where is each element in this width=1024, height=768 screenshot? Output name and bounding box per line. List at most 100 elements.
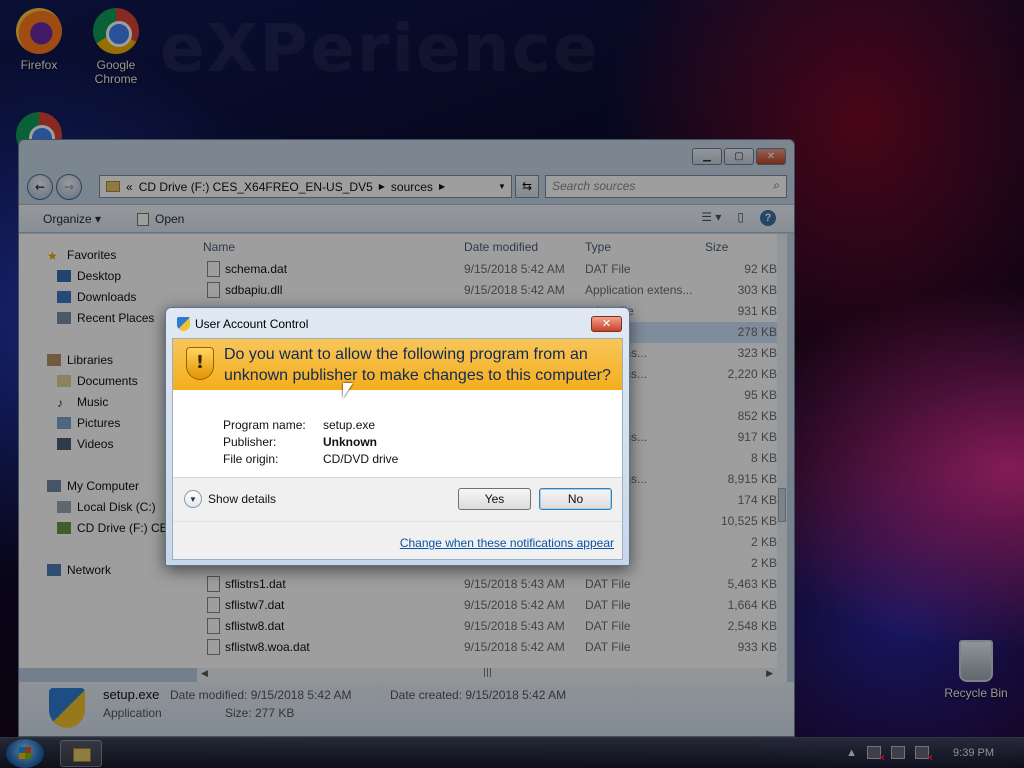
uac-shield-icon: [177, 317, 190, 331]
details-kind: Application: [103, 706, 162, 720]
taskbar-explorer-button[interactable]: [60, 740, 102, 767]
file-size: 1,664 KB: [727, 598, 777, 612]
file-name: sflistw8.woa.dat: [225, 640, 310, 654]
table-row[interactable]: schema.dat 9/15/2018 5:42 AM DAT File 92 KB: [197, 259, 777, 280]
notification-settings-link[interactable]: Change when these notifications appear: [400, 536, 614, 550]
address-overflow[interactable]: «: [126, 180, 133, 194]
recent-places-icon: [57, 312, 71, 324]
address-dropdown-icon[interactable]: ▼: [493, 182, 511, 191]
uac-titlebar: User Account Control: [177, 317, 308, 331]
scroll-right-icon[interactable]: ▶: [766, 669, 773, 679]
action-center-icon[interactable]: [867, 746, 885, 764]
file-size: 2,548 KB: [727, 619, 777, 633]
desktop-icon-firefox[interactable]: Firefox: [4, 8, 74, 72]
file-size: 917 KB: [737, 430, 777, 444]
nav-downloads[interactable]: Downloads: [57, 290, 136, 304]
open-button[interactable]: Open: [155, 212, 184, 226]
table-row[interactable]: sflistw8.dat 9/15/2018 5:43 AM DAT File 2,5…: [197, 616, 777, 637]
show-details-label[interactable]: Show details: [208, 492, 276, 506]
column-header-size[interactable]: Size: [705, 240, 728, 254]
search-icon[interactable]: ⌕: [773, 178, 780, 193]
refresh-button[interactable]: ⇆: [515, 175, 539, 198]
organize-button[interactable]: Organize ▾: [43, 212, 101, 226]
computer-icon: [47, 480, 61, 492]
search-input[interactable]: Search sources ⌕: [545, 175, 787, 198]
network-tray-icon[interactable]: [891, 746, 906, 759]
file-icon: [207, 576, 220, 592]
vertical-scrollbar[interactable]: [777, 234, 787, 668]
nav-favorites[interactable]: ★ Favorites: [47, 248, 117, 263]
nav-libraries[interactable]: Libraries: [47, 353, 113, 367]
uac-close-button[interactable]: ✕: [591, 316, 622, 332]
view-controls: ☰ ▾ ▯ ?: [701, 210, 776, 226]
table-row[interactable]: sflistw7.dat 9/15/2018 5:42 AM DAT File 1,6…: [197, 595, 777, 616]
nav-desktop[interactable]: Desktop: [57, 269, 121, 283]
table-row[interactable]: sflistw8.woa.dat 9/15/2018 5:42 AM DAT Fil…: [197, 637, 777, 658]
nav-label: CD Drive (F:) CES: [77, 521, 176, 535]
file-type: DAT File: [585, 619, 631, 633]
desktop-icon-recycle-bin[interactable]: Recycle Bin: [940, 640, 1012, 700]
forward-button[interactable]: →: [56, 174, 82, 200]
firefox-icon: [16, 8, 62, 54]
nav-local-disk[interactable]: Local Disk (C:): [57, 500, 156, 514]
nav-videos[interactable]: Videos: [57, 437, 113, 451]
yes-button[interactable]: Yes: [458, 488, 531, 510]
scroll-left-icon[interactable]: ◀: [201, 669, 208, 679]
navigation-row: ← → « CD Drive (F:) CES_X64FREO_EN-US_DV…: [19, 172, 794, 200]
chevron-down-icon[interactable]: ▼: [184, 490, 202, 508]
tray-expand-icon[interactable]: ▲: [846, 747, 857, 759]
nav-recent-places[interactable]: Recent Places: [57, 311, 154, 325]
file-date: 9/15/2018 5:42 AM: [464, 283, 565, 297]
volume-icon[interactable]: [915, 746, 933, 764]
nav-label: Downloads: [77, 290, 137, 304]
table-row[interactable]: sflistrs1.dat 9/15/2018 5:43 AM DAT File 5,…: [197, 574, 777, 595]
scroll-thumb[interactable]: [778, 488, 786, 522]
publisher-label: Publisher:: [223, 435, 277, 449]
preview-pane-icon[interactable]: ▯: [737, 210, 744, 226]
clock[interactable]: 9:39 PM: [953, 747, 994, 759]
show-details-toggle[interactable]: ▼ Show details: [184, 490, 276, 508]
nav-my-computer[interactable]: My Computer: [47, 479, 139, 493]
nav-label: Favorites: [67, 248, 117, 262]
desktop-icon: [57, 270, 71, 282]
uac-footer: Change when these notifications appear: [173, 521, 622, 559]
file-type: Application extens...: [585, 283, 693, 297]
breadcrumb-separator-icon[interactable]: ▶: [439, 182, 445, 191]
file-size: 10,525 KB: [720, 514, 777, 528]
nav-pictures[interactable]: Pictures: [57, 416, 120, 430]
desktop-icon-chrome[interactable]: Google Chrome: [81, 8, 151, 86]
nav-cd-drive[interactable]: CD Drive (F:) CES: [57, 521, 176, 535]
no-button[interactable]: No: [539, 488, 612, 510]
nav-documents[interactable]: Documents: [57, 374, 138, 388]
details-pane: setup.exe Application Date modified: 9/1…: [19, 682, 794, 736]
breadcrumb-folder[interactable]: sources: [391, 180, 433, 194]
column-header-date[interactable]: Date modified: [464, 240, 538, 254]
close-button[interactable]: ✕: [756, 148, 786, 165]
horizontal-scrollbar[interactable]: ◀ ||| ▶: [197, 668, 787, 682]
uac-warning-banner: ! Do you want to allow the following pro…: [173, 339, 622, 390]
details-modified: Date modified: 9/15/2018 5:42 AM: [170, 688, 352, 702]
column-header-type[interactable]: Type: [585, 240, 611, 254]
star-icon: ★: [47, 249, 58, 263]
nav-music[interactable]: ♪ Music: [57, 395, 108, 410]
file-size: 278 KB: [737, 325, 777, 339]
help-icon[interactable]: ?: [760, 210, 776, 226]
program-name-label: Program name:: [223, 418, 306, 432]
address-bar[interactable]: « CD Drive (F:) CES_X64FREO_EN-US_DV5 ▶ …: [99, 175, 512, 198]
breadcrumb-separator-icon[interactable]: ▶: [379, 182, 385, 191]
maximize-button[interactable]: ▢: [724, 148, 754, 165]
file-icon: [207, 618, 220, 634]
minimize-button[interactable]: ▁: [692, 148, 722, 165]
nav-network[interactable]: Network: [47, 563, 111, 577]
table-row[interactable]: sdbapiu.dll 9/15/2018 5:42 AM Application …: [197, 280, 777, 301]
mouse-cursor: [343, 383, 353, 398]
network-icon: [47, 564, 61, 576]
file-size: 95 KB: [744, 388, 777, 402]
scroll-grip-icon[interactable]: |||: [483, 668, 492, 678]
breadcrumb-drive[interactable]: CD Drive (F:) CES_X64FREO_EN-US_DV5: [139, 180, 373, 194]
column-header-name[interactable]: Name: [203, 240, 235, 254]
start-button[interactable]: [6, 739, 44, 768]
back-button[interactable]: ←: [27, 174, 53, 200]
view-options-icon[interactable]: ☰ ▾: [701, 210, 721, 226]
taskbar: ▲ 9:39 PM: [0, 737, 1024, 768]
